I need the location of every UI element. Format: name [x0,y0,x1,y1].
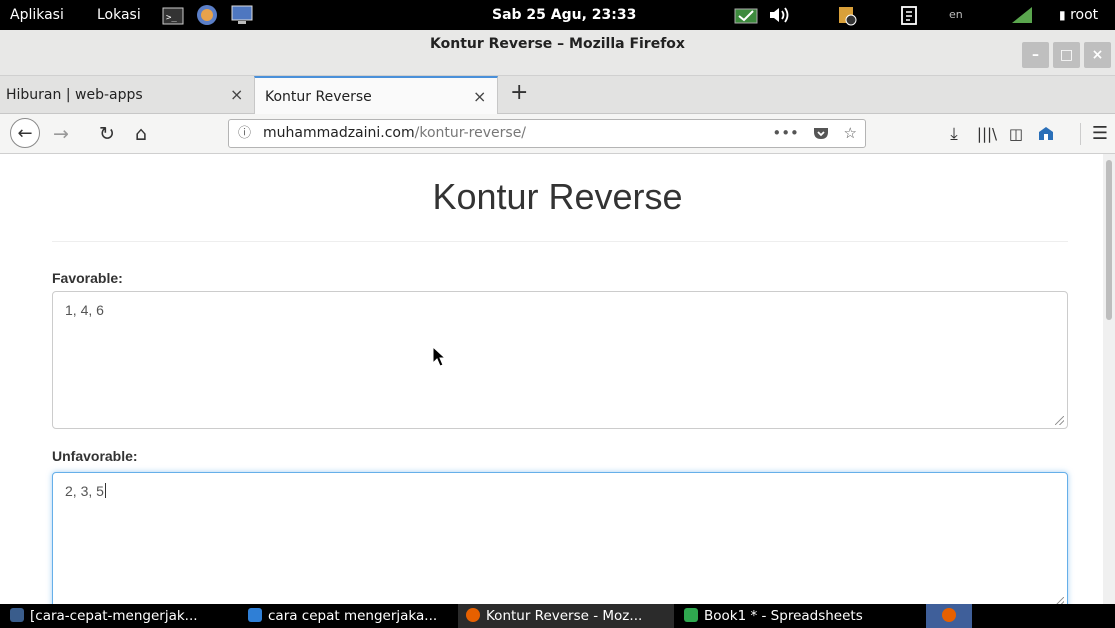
taskbar-item-label: Book1 * - Spreadsheets [704,608,863,624]
taskbar-item-writer[interactable]: cara cepat mengerjaka... [242,604,458,628]
tab-label: Kontur Reverse [265,89,372,105]
url-bar[interactable]: ⓘ muhammadzaini.com/kontur-reverse/ ••• … [228,119,866,148]
url-text[interactable]: muhammadzaini.com/kontur-reverse/ [263,120,526,147]
page-actions-icon[interactable]: ••• [772,124,799,142]
system-panel: Aplikasi Lokasi >_ Sab 25 Agu, 23:33 en … [0,0,1115,30]
page-content: Kontur Reverse Favorable: 1, 4, 6 Unfavo… [0,154,1103,604]
user-menu[interactable]: ▮ root [1059,0,1098,30]
url-domain: muhammadzaini.com [263,125,415,141]
favorable-textarea[interactable]: 1, 4, 6 [52,291,1068,429]
signal-strength-icon[interactable] [1010,5,1034,25]
unfavorable-textarea[interactable]: 2, 3, 5 [52,472,1068,604]
page-title: Kontur Reverse [432,176,683,217]
firefox-icon [466,608,480,622]
volume-icon[interactable] [768,5,798,25]
browser-launcher-icon[interactable] [196,4,218,26]
url-path: /kontur-reverse/ [414,125,527,141]
terminal-icon[interactable]: >_ [162,6,184,25]
arrow-left-icon: ← [17,123,33,144]
close-window-button[interactable]: × [1084,42,1111,68]
workspace-switcher[interactable] [926,604,972,628]
taskbar-item-file-manager[interactable]: [cara-cepat-mengerjak... [4,604,236,628]
window-title-bar[interactable]: Kontur Reverse – Mozilla Firefox – □ × [0,30,1115,76]
tab-strip: Hiburan | web-apps × Kontur Reverse × + [0,76,1115,114]
tab-close-icon[interactable]: × [230,76,243,114]
extension-button[interactable] [1034,114,1058,154]
reload-button[interactable]: ↻ [94,114,120,154]
desktop-icon[interactable] [230,4,254,26]
bookmark-star-icon[interactable]: ☆ [844,124,857,142]
tab-hiburan[interactable]: Hiburan | web-apps × [0,76,254,114]
vertical-scrollbar[interactable] [1103,154,1115,604]
library-button[interactable]: |||\ [975,114,999,154]
maximize-button[interactable]: □ [1053,42,1080,68]
tab-kontur-reverse[interactable]: Kontur Reverse × [254,76,498,114]
taskbar-item-label: [cara-cepat-mengerjak... [30,608,198,624]
reload-icon: ↻ [99,123,115,145]
download-icon: ⤓ [950,124,958,144]
keyboard-layout[interactable]: en [949,0,963,30]
hamburger-icon: ☰ [1091,123,1109,144]
resize-handle[interactable] [1055,416,1064,425]
sidebar-icon: ◫ [1008,125,1024,143]
svg-text:>_: >_ [166,13,177,23]
info-icon[interactable]: ⓘ [238,120,251,147]
back-button[interactable]: ← [10,118,40,148]
unfavorable-label: Unfavorable: [52,448,138,464]
taskbar-item-label: Kontur Reverse - Moz... [486,608,643,624]
firefox-workspace-icon [942,608,956,622]
home-button[interactable]: ⌂ [128,114,154,154]
tab-close-icon[interactable]: × [473,78,486,116]
scrollbar-thumb[interactable] [1106,160,1112,320]
folder-icon [10,608,24,622]
taskbar-item-spreadsheets[interactable]: Book1 * - Spreadsheets [678,604,894,628]
writer-icon [248,608,262,622]
clock[interactable]: Sab 25 Agu, 23:33 [492,0,636,30]
home-icon: ⌂ [134,123,148,145]
favorable-value: 1, 4, 6 [65,302,104,318]
toolbar-separator [1080,123,1081,145]
updates-icon[interactable] [836,4,858,26]
spreadsheet-icon [684,608,698,622]
library-icon: |||\ [976,125,998,143]
tab-label: Hiburan | web-apps [6,87,143,103]
taskbar: [cara-cepat-mengerjak... cara cepat meng… [0,604,1115,628]
divider [52,241,1068,242]
clipboard-icon[interactable] [900,4,920,26]
network-status-icon[interactable] [734,6,758,24]
new-tab-button[interactable]: + [510,76,528,110]
menu-button[interactable]: ☰ [1088,114,1112,154]
forward-button[interactable]: → [48,114,74,154]
chat-icon: ▮ [1059,8,1066,22]
window-title: Kontur Reverse – Mozilla Firefox [430,36,685,52]
navigation-toolbar: ← → ↻ ⌂ ⓘ muhammadzaini.com/kontur-rever… [0,114,1115,154]
applications-menu[interactable]: Aplikasi [10,0,64,30]
arrow-right-icon: → [53,123,69,145]
minimize-button[interactable]: – [1022,42,1049,68]
places-menu[interactable]: Lokasi [97,0,141,30]
pocket-icon[interactable] [813,124,834,142]
taskbar-item-firefox[interactable]: Kontur Reverse - Moz... [458,604,674,628]
mouse-cursor-icon [432,346,447,367]
user-name: root [1070,7,1099,23]
text-caret [104,483,106,498]
resize-handle[interactable] [1055,597,1064,604]
taskbar-item-label: cara cepat mengerjaka... [268,608,438,624]
favorable-label: Favorable: [52,270,123,286]
downloads-button[interactable]: ⤓ [942,114,966,154]
extension-icon [1039,127,1053,140]
sidebar-button[interactable]: ◫ [1004,114,1028,154]
unfavorable-value: 2, 3, 5 [65,483,104,499]
